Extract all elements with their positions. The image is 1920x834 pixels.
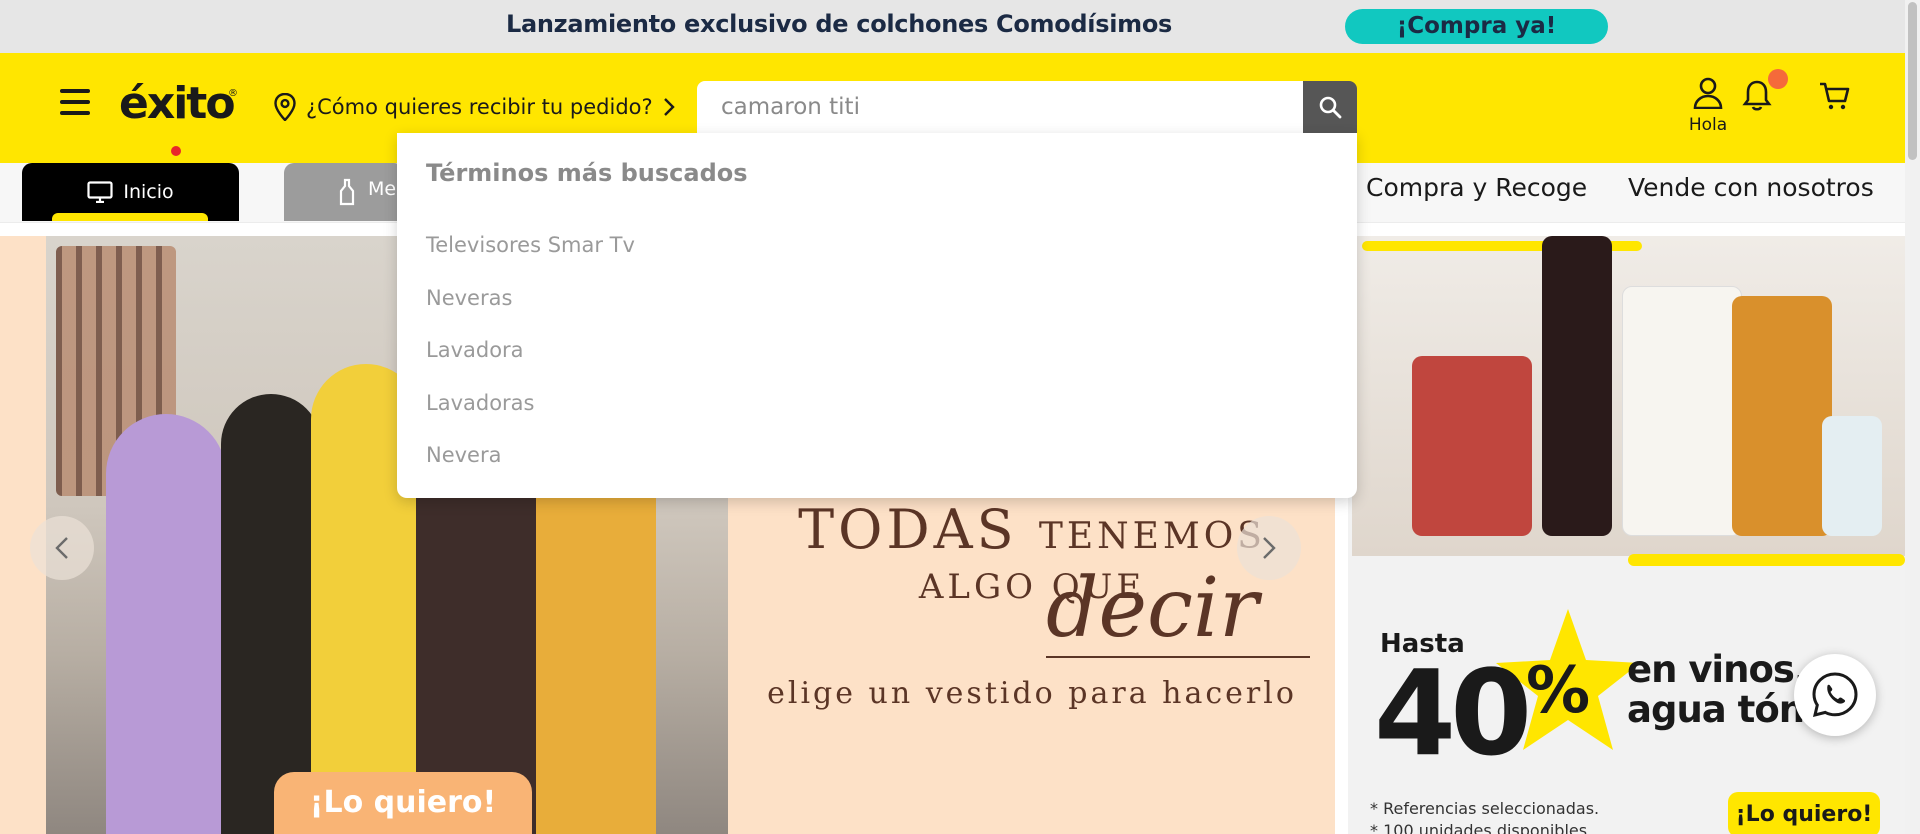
delivery-selector[interactable]: ¿Cómo quieres recibir tu pedido? [274, 93, 675, 121]
promo-value: 40 [1374, 644, 1532, 782]
notifications-button[interactable] [1742, 79, 1772, 117]
hero-cta-button[interactable]: ¡Lo quiero! [274, 772, 532, 834]
decor-bar [1628, 554, 1905, 566]
tab-label: Me [368, 178, 397, 200]
promo-percent: % [1526, 654, 1591, 728]
nav-link-vende[interactable]: Vende con nosotros [1628, 173, 1874, 202]
logo-text: éxito [119, 78, 236, 129]
promo-buy-button[interactable]: ¡Compra ya! [1345, 9, 1608, 44]
ginger-ale-pack [1412, 356, 1532, 536]
monitor-icon [87, 181, 113, 203]
search-button[interactable] [1303, 81, 1357, 133]
user-account[interactable]: Hola [1686, 77, 1730, 135]
suggestion-item[interactable]: Lavadoras [426, 391, 635, 444]
suggestion-list: Televisores Smar Tv Neveras Lavadora Lav… [426, 233, 635, 496]
page-scrollbar[interactable] [1905, 0, 1920, 834]
search-icon [1319, 96, 1342, 119]
whatsapp-icon [1812, 672, 1858, 718]
carousel-prev-button[interactable] [30, 516, 94, 580]
promo-note-2: * 100 unidades disponibles [1370, 821, 1588, 834]
tab-inicio[interactable]: Inicio [22, 163, 239, 221]
suggestion-item[interactable]: Lavadora [426, 338, 635, 391]
search-box [697, 81, 1303, 133]
user-icon [1693, 77, 1723, 110]
dropdown-title: Términos más buscados [426, 159, 748, 187]
hero-subtitle: elige un vestido para hacerlo [767, 676, 1297, 711]
hero-rule [1046, 656, 1310, 658]
chevron-left-icon [55, 537, 68, 559]
tab-mercado[interactable]: Me [284, 163, 404, 221]
model-figure [221, 394, 321, 834]
liquor-promo-banner[interactable]: Hasta 40 % en vinos, ro agua tónic * Ref… [1348, 236, 1905, 834]
nav-link-compra-recoge[interactable]: Compra y Recoge [1366, 173, 1587, 202]
promo-bar: Lanzamiento exclusivo de colchones Comod… [0, 0, 1905, 53]
logo-registered: ® [228, 88, 238, 99]
whatsapp-button[interactable] [1794, 654, 1876, 736]
promo-note-1: * Referencias seleccionadas. [1370, 799, 1600, 818]
suggestion-item[interactable]: Televisores Smar Tv [426, 233, 635, 286]
promo-text: Lanzamiento exclusivo de colchones Comod… [506, 10, 1173, 38]
hero-title-big: TODAS [798, 498, 1018, 561]
hero-title-small: TENEMOS [1038, 516, 1266, 557]
cart-icon [1820, 82, 1850, 110]
logo-dot [171, 146, 181, 156]
cart-button[interactable] [1818, 81, 1850, 115]
carousel-next-button[interactable] [1237, 516, 1301, 580]
tab-label: Inicio [123, 181, 174, 203]
hero-script: decir [1046, 561, 1259, 656]
suggestion-item[interactable]: Neveras [426, 286, 635, 339]
bottle-icon [339, 178, 355, 206]
wine-bottle [1542, 236, 1612, 536]
chevron-right-icon [663, 98, 675, 116]
promo-cta-button[interactable]: ¡Lo quiero! [1728, 792, 1880, 834]
bell-icon [1742, 80, 1772, 111]
scrollbar-thumb[interactable] [1908, 2, 1917, 160]
whisky-bottle [1732, 296, 1832, 536]
delivery-label: ¿Cómo quieres recibir tu pedido? [306, 95, 653, 119]
location-pin-icon [274, 93, 296, 121]
suggestion-item[interactable]: Nevera [426, 443, 635, 496]
glass [1822, 416, 1882, 536]
chevron-right-icon [1263, 537, 1276, 559]
search-suggestions-dropdown: Términos más buscados Televisores Smar T… [397, 133, 1357, 498]
model-figure [106, 414, 226, 834]
menu-icon[interactable] [60, 89, 90, 121]
product-image [1352, 236, 1905, 556]
gift-box [1622, 286, 1742, 536]
notification-badge [1768, 69, 1788, 89]
active-tab-indicator [52, 213, 208, 221]
search-input[interactable] [697, 81, 1303, 133]
user-label: Hola [1688, 115, 1728, 135]
